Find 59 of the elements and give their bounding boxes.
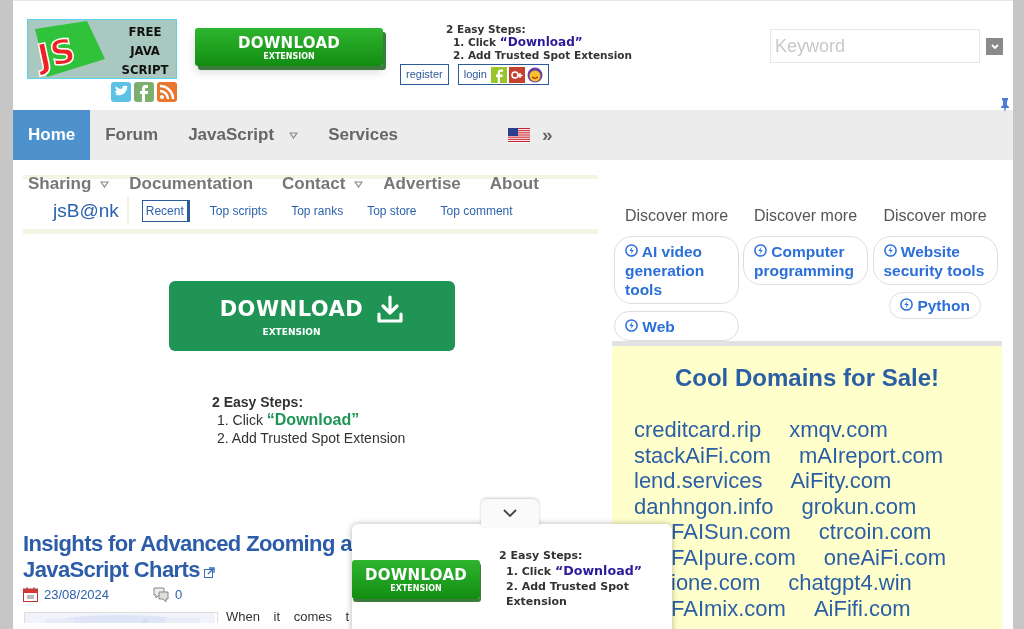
steps-heading: 2 Easy Steps: — [499, 548, 584, 563]
nav-tab[interactable]: Forum — [90, 110, 174, 160]
domain-link[interactable]: ctrcoin.com — [818, 519, 932, 545]
tab[interactable]: Top scripts — [205, 200, 272, 222]
nav-tab[interactable]: JavaScript — [173, 110, 290, 160]
domain-link[interactable]: FAImix.com — [671, 595, 786, 621]
discover-heading: Discover more — [753, 207, 858, 225]
menu-link[interactable]: Sharing — [28, 174, 92, 194]
tab[interactable]: Top ranks — [287, 200, 348, 222]
tab[interactable]: Top comment — [436, 200, 517, 222]
topic-chip[interactable]: Python — [889, 292, 981, 319]
steps-heading: 2 Easy Steps: — [212, 393, 305, 411]
step-text: 2. Add Trusted Spot Extension — [216, 429, 407, 447]
post-date: 23/08/2024 — [44, 587, 110, 602]
menu-link[interactable]: Contact — [282, 174, 346, 194]
domain-link[interactable]: AiFifi.com — [813, 595, 911, 621]
register-link[interactable]: register — [400, 64, 449, 85]
nav-tab[interactable]: Services — [313, 110, 414, 160]
topic-chip[interactable]: Website security tools — [872, 236, 998, 285]
discover-heading: Discover more — [624, 207, 729, 225]
step-text: 1. Click “Download” — [216, 411, 361, 429]
domain-link[interactable]: stackAiFi.com — [634, 442, 771, 468]
step-text: 2. Add Trusted Spot Extension — [452, 49, 633, 62]
login-link[interactable]: login — [463, 64, 487, 85]
domain-link[interactable]: grokun.com — [801, 493, 917, 519]
topic-chip[interactable]: AI video generation tools — [614, 236, 739, 304]
discover-heading: Discover more — [883, 207, 987, 225]
topic-chip[interactable]: Web — [614, 311, 739, 341]
step-text: 1. Click “Download” — [505, 563, 644, 579]
panel-title: Cool Domains for Sale! — [673, 364, 940, 392]
domain-link[interactable]: lend.services — [634, 468, 763, 494]
nav-tab[interactable]: Home — [13, 110, 91, 160]
domain-link[interactable]: FAIpure.com — [671, 544, 796, 570]
domain-link[interactable]: ione.com — [671, 570, 761, 596]
site-logo[interactable]: JS FREE JAVA SCRIPT — [27, 19, 177, 79]
domain-link[interactable]: creditcard.rip — [634, 417, 762, 443]
tab[interactable]: Top store — [363, 200, 421, 222]
domain-link[interactable]: xmqv.com — [789, 417, 888, 443]
domain-link[interactable]: chatgpt4.win — [788, 570, 912, 596]
domain-link[interactable]: mAIreport.com — [798, 442, 944, 468]
step-text: 1. Click “Download” — [452, 36, 584, 49]
article-title-line[interactable]: JavaScript Charts — [23, 557, 200, 583]
domain-link[interactable]: FAISun.com — [671, 519, 791, 545]
menu-link[interactable]: Advertise — [383, 174, 461, 194]
download-button[interactable]: DOWNLOAD EXTENSION — [168, 281, 455, 351]
domain-link[interactable]: AiFity.com — [790, 468, 892, 494]
topic-chip[interactable]: Computer programming — [743, 236, 868, 285]
download-button[interactable]: DOWNLOAD EXTENSION — [352, 560, 480, 599]
comment-count[interactable]: 0 — [175, 587, 183, 602]
domain-link[interactable]: oneAiFi.com — [823, 544, 946, 570]
menu-link[interactable]: Documentation — [129, 174, 254, 194]
steps-heading: 2 Easy Steps: — [446, 23, 527, 36]
article-excerpt: When it comes t — [226, 609, 350, 625]
menu-link[interactable]: About — [489, 174, 539, 194]
step-text: 2. Add Trusted Spot Extension — [505, 579, 630, 609]
domain-link[interactable]: danhngon.info — [634, 493, 774, 519]
tab[interactable]: Recent — [141, 200, 190, 222]
section-title: jsB@nk — [53, 197, 129, 225]
language-arrows[interactable]: » — [542, 124, 553, 146]
